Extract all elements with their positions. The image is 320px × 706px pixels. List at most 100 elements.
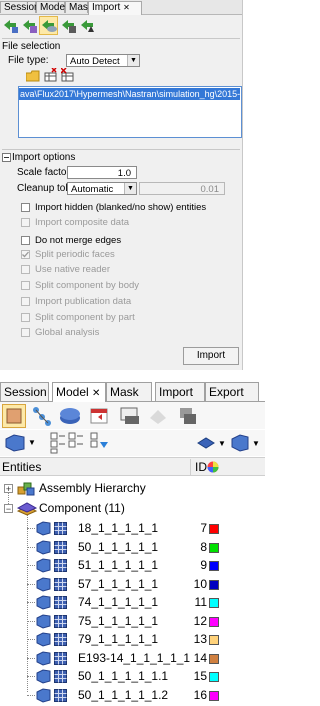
component-row[interactable]: 50_1_1_1_1_1 8 — [0, 538, 265, 557]
split-by-body-checkbox[interactable] — [21, 281, 30, 290]
mesh-grid-icon[interactable] — [54, 559, 67, 572]
tree-node-component-folder[interactable]: − Component (11) — [0, 499, 265, 518]
display-mode-icon[interactable] — [2, 404, 26, 428]
mesh-grid-icon[interactable] — [54, 614, 67, 628]
color-swatch[interactable] — [209, 598, 219, 608]
component-row[interactable]: 51_1_1_1_1_1 9 — [0, 556, 265, 575]
id-column-header[interactable]: ID — [195, 459, 207, 475]
component-row[interactable]: 74_1_1_1_1_1 11 — [0, 593, 265, 612]
tab-label: Export — [209, 385, 244, 399]
entities-column-header[interactable]: Entities — [2, 459, 41, 475]
close-icon[interactable]: ✕ — [92, 388, 100, 399]
tab-import[interactable]: Import — [155, 382, 205, 401]
color-swatch[interactable] — [209, 524, 219, 534]
tab-model[interactable]: Model — [36, 1, 67, 13]
import-connectors-icon[interactable] — [79, 17, 96, 34]
import-solver-deck-icon[interactable] — [21, 17, 38, 34]
component-row[interactable]: E193-14_1_1_1_1_1 14 — [0, 649, 265, 668]
color-swatch[interactable] — [209, 653, 219, 664]
component-view-icon[interactable] — [4, 433, 26, 453]
do-not-merge-edges-checkbox[interactable] — [21, 236, 30, 245]
file-list[interactable]: ava\Flux2017\Hypermesh\Nastran\simulatio… — [18, 86, 242, 138]
expand-icon[interactable]: + — [4, 484, 13, 494]
hierarchy-view-icon[interactable] — [30, 404, 54, 428]
filter-icon[interactable] — [90, 432, 110, 454]
close-icon[interactable]: ✕ — [123, 3, 130, 12]
split-periodic-faces-checkbox[interactable] — [21, 250, 30, 259]
import-button[interactable]: Import — [183, 347, 239, 365]
color-swatch[interactable] — [209, 616, 219, 627]
mesh-grid-icon[interactable] — [54, 688, 67, 702]
cleanup-tol-select[interactable]: Automatic ▼ — [67, 182, 137, 195]
collapse-all-icon[interactable] — [68, 432, 84, 454]
chevron-down-icon: ▼ — [124, 183, 136, 194]
tab-import[interactable]: Import ✕ — [88, 1, 142, 15]
part-icon[interactable] — [58, 404, 82, 428]
remove-file-icon[interactable] — [44, 67, 58, 82]
solver-icon[interactable] — [118, 404, 142, 428]
collapse-icon[interactable]: − — [4, 504, 13, 514]
import-fe-overlay-icon[interactable] — [60, 17, 77, 34]
file-list-item[interactable]: ava\Flux2017\Hypermesh\Nastran\simulatio… — [19, 88, 240, 100]
import-hidden-checkbox[interactable] — [21, 203, 30, 212]
mesh-grid-icon[interactable] — [54, 540, 67, 554]
component-icon — [36, 650, 51, 666]
component-id: 14 — [193, 650, 207, 665]
scale-factor-field[interactable]: 1.0 — [67, 166, 137, 179]
chevron-down-icon[interactable]: ▼ — [28, 438, 37, 448]
import-geometry-icon[interactable] — [39, 16, 58, 35]
component-row[interactable]: 57_1_1_1_1_1 10 — [0, 575, 265, 594]
calendar-icon[interactable] — [88, 404, 112, 428]
color-mode-icon[interactable] — [196, 434, 216, 452]
tab-model[interactable]: Model ✕ — [52, 382, 106, 402]
color-swatch[interactable] — [209, 690, 219, 701]
component-row[interactable]: 18_1_1_1_1_1 7 — [0, 519, 265, 538]
color-swatch[interactable] — [209, 672, 219, 682]
mesh-grid-icon[interactable] — [54, 577, 67, 591]
component-name: 57_1_1_1_1_1 — [78, 576, 159, 591]
mesh-grid-icon[interactable] — [54, 651, 67, 665]
mesh-grid-icon[interactable] — [54, 522, 67, 535]
tab-mask[interactable]: Mask — [65, 1, 93, 13]
cleanup-tol-field[interactable]: 0.01 — [139, 182, 225, 195]
tab-session[interactable]: Session — [0, 1, 40, 13]
color-swatch[interactable] — [209, 561, 219, 571]
tab-label: Import — [92, 2, 121, 13]
component-row[interactable]: 75_1_1_1_1_1 12 — [0, 612, 265, 631]
include-files-icon[interactable] — [176, 404, 200, 428]
remove-all-files-icon[interactable] — [60, 67, 75, 82]
component-row[interactable]: 79_1_1_1_1_1 13 — [0, 630, 265, 649]
global-analysis-checkbox[interactable] — [21, 328, 30, 337]
import-composite-checkbox[interactable] — [21, 218, 30, 227]
tab-session[interactable]: Session — [0, 382, 49, 401]
mesh-grid-icon[interactable] — [54, 633, 67, 646]
tree-node-label: Component (11) — [39, 501, 125, 515]
view-mode-icon[interactable] — [230, 433, 250, 453]
use-native-reader-label: Use native reader — [35, 264, 110, 275]
file-type-select[interactable]: Auto Detect ▼ — [66, 54, 140, 67]
component-row[interactable]: 50_1_1_1_1_1.2 16 — [0, 686, 265, 705]
mesh-grid-icon[interactable] — [54, 596, 67, 609]
color-swatch[interactable] — [209, 579, 219, 590]
import-panel: Session Model Mask Import ✕ File selecti… — [0, 0, 243, 370]
use-native-reader-checkbox[interactable] — [21, 265, 30, 274]
import-options-heading: Import options — [12, 152, 76, 163]
chevron-down-icon[interactable]: ▼ — [252, 439, 261, 449]
component-row[interactable]: 50_1_1_1_1_1.1 15 — [0, 667, 265, 686]
import-model-icon[interactable] — [2, 17, 19, 34]
chevron-down-icon[interactable]: ▼ — [218, 439, 227, 449]
expand-all-icon[interactable] — [50, 432, 66, 454]
open-folder-icon[interactable] — [25, 70, 40, 82]
disabled-tool-icon[interactable] — [146, 404, 170, 428]
color-swatch[interactable] — [209, 542, 219, 553]
tab-mask[interactable]: Mask — [106, 382, 152, 401]
check-icon — [22, 251, 29, 258]
tree-node-assembly-hierarchy[interactable]: + Assembly Hierarchy — [0, 479, 265, 498]
tab-export[interactable]: Export — [205, 382, 259, 401]
color-wheel-icon[interactable] — [207, 461, 219, 473]
import-publication-checkbox[interactable] — [21, 297, 30, 306]
collapse-options-icon[interactable] — [2, 153, 11, 162]
split-by-part-checkbox[interactable] — [21, 313, 30, 322]
mesh-grid-icon[interactable] — [54, 670, 67, 683]
color-swatch[interactable] — [209, 635, 219, 645]
